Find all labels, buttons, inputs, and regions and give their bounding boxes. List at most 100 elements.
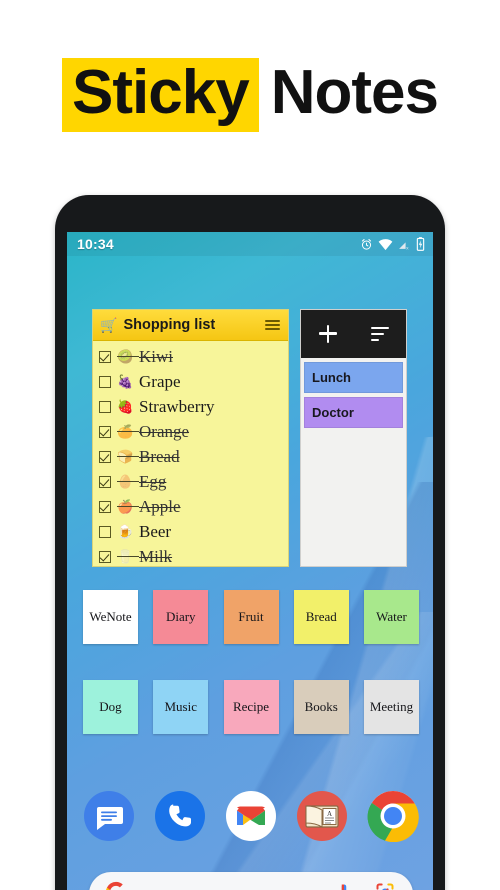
- hamburger-menu-icon[interactable]: [265, 320, 280, 330]
- status-icons: x: [360, 237, 425, 251]
- item-label: Apple: [139, 496, 181, 516]
- status-clock: 10:34: [77, 236, 114, 252]
- item-checkbox[interactable]: [99, 350, 111, 363]
- item-checkbox[interactable]: [99, 525, 111, 538]
- note-item-label: Doctor: [312, 405, 354, 420]
- note-icon-meeting[interactable]: Meeting: [364, 680, 419, 734]
- shopping-list-widget[interactable]: 🛒 Shopping list 🥝 Kiwi 🍇 Grape 🍓 Strawbe…: [92, 309, 289, 567]
- item-checkbox[interactable]: [99, 375, 111, 388]
- phone-icon[interactable]: [154, 790, 206, 842]
- search-actions: [335, 882, 395, 890]
- item-emoji-icon: 🍺: [117, 524, 134, 539]
- gmail-icon[interactable]: [225, 790, 277, 842]
- note-icon-label: Diary: [165, 609, 196, 625]
- google-lens-icon[interactable]: [375, 882, 395, 890]
- svg-text:x: x: [406, 246, 409, 251]
- item-emoji-icon: 🍓: [117, 399, 134, 414]
- note-item-doctor[interactable]: Doctor: [304, 397, 403, 428]
- item-emoji-icon: 🍊: [117, 424, 134, 439]
- note-icon-label: Books: [304, 699, 338, 715]
- plus-icon[interactable]: [318, 324, 338, 344]
- item-label: Grape: [139, 371, 181, 391]
- item-label: Bread: [139, 446, 180, 466]
- list-item[interactable]: 🍇 Grape: [93, 369, 288, 394]
- list-item[interactable]: 🥚 Egg: [93, 469, 288, 494]
- svg-text:A: A: [327, 810, 332, 818]
- list-item[interactable]: 🍺 Beer: [93, 519, 288, 544]
- list-item[interactable]: 🍞 Bread: [93, 444, 288, 469]
- list-item[interactable]: 🥛 Milk: [93, 544, 288, 566]
- microphone-icon[interactable]: [335, 882, 353, 890]
- dictionary-icon[interactable]: A: [296, 790, 348, 842]
- note-icon-label: Recipe: [232, 699, 270, 715]
- note-icon-dog[interactable]: Dog: [83, 680, 138, 734]
- note-icon-label: Bread: [305, 609, 337, 625]
- app-dock: A: [83, 790, 419, 843]
- notes-list-widget[interactable]: Lunch Doctor: [300, 309, 407, 567]
- item-checkbox[interactable]: [99, 450, 111, 463]
- note-icon-water[interactable]: Water: [364, 590, 419, 644]
- item-emoji-icon: 🍇: [117, 374, 134, 389]
- page-title: Sticky Notes: [0, 58, 500, 132]
- messages-icon[interactable]: [83, 790, 135, 842]
- shopping-list-header: 🛒 Shopping list: [93, 310, 288, 341]
- note-icon-recipe[interactable]: Recipe: [223, 680, 279, 734]
- battery-charging-icon: [416, 237, 425, 251]
- page-title-highlight: Sticky: [62, 58, 259, 132]
- alarm-icon: [361, 238, 372, 250]
- list-item[interactable]: 🍊 Orange: [93, 419, 288, 444]
- notes-widget-items: Lunch Doctor: [301, 358, 406, 432]
- note-icon-label: Fruit: [238, 609, 264, 625]
- item-checkbox[interactable]: [99, 500, 111, 513]
- shopping-list-title: Shopping list: [123, 317, 216, 333]
- item-emoji-icon: 🍎: [117, 499, 134, 514]
- item-emoji-icon: 🥚: [117, 474, 134, 489]
- note-icon-wenote[interactable]: WeNote: [83, 590, 138, 644]
- note-icon-row-1: WeNote Diary Fruit Bread Water: [83, 590, 419, 644]
- shopping-cart-icon: 🛒: [100, 317, 118, 333]
- page-root: Sticky Notes 10:34 x 🛒 Shopping list 🥝 K…: [0, 0, 500, 890]
- notes-widget-header: [301, 310, 406, 358]
- google-search-bar[interactable]: [89, 872, 413, 890]
- note-icon-label: Music: [164, 699, 198, 715]
- wallpaper-streak: [107, 612, 433, 890]
- note-icon-label: WeNote: [89, 609, 132, 625]
- list-item[interactable]: 🥝 Kiwi: [93, 344, 288, 369]
- note-icon-music[interactable]: Music: [153, 680, 209, 734]
- wifi-icon: [378, 238, 393, 250]
- note-item-label: Lunch: [312, 370, 351, 385]
- item-label: Egg: [139, 471, 167, 491]
- status-bar: 10:34 x: [67, 232, 433, 256]
- item-label: Beer: [139, 521, 172, 541]
- note-icon-bread[interactable]: Bread: [293, 590, 349, 644]
- google-g-icon: [105, 881, 127, 890]
- page-title-plain: Notes: [270, 58, 439, 127]
- item-label: Kiwi: [139, 346, 173, 366]
- shopping-list-items: 🥝 Kiwi 🍇 Grape 🍓 Strawberry 🍊 Orange 🍞 B…: [93, 341, 288, 566]
- note-icon-label: Dog: [99, 699, 122, 715]
- phone-frame: 10:34 x 🛒 Shopping list 🥝 Kiwi 🍇 Grape 🍓…: [55, 195, 445, 890]
- note-icon-books[interactable]: Books: [293, 680, 349, 734]
- note-icon-fruit[interactable]: Fruit: [223, 590, 279, 644]
- item-label: Strawberry: [139, 396, 215, 416]
- signal-off-icon: x: [399, 241, 409, 251]
- note-icon-label: Water: [376, 609, 407, 625]
- note-icon-row-2: Dog Music Recipe Books Meeting: [83, 680, 419, 734]
- item-label: Milk: [139, 546, 173, 566]
- item-emoji-icon: 🥝: [117, 349, 134, 364]
- list-item[interactable]: 🍎 Apple: [93, 494, 288, 519]
- note-icon-label: Meeting: [369, 699, 414, 715]
- item-checkbox[interactable]: [99, 400, 111, 413]
- item-emoji-icon: 🥛: [117, 549, 134, 564]
- item-checkbox[interactable]: [99, 475, 111, 488]
- chrome-icon[interactable]: [367, 790, 419, 843]
- note-icon-diary[interactable]: Diary: [153, 590, 209, 644]
- item-emoji-icon: 🍞: [117, 449, 134, 464]
- item-checkbox[interactable]: [99, 550, 111, 563]
- phone-screen: 10:34 x 🛒 Shopping list 🥝 Kiwi 🍇 Grape 🍓…: [67, 232, 433, 890]
- sort-icon[interactable]: [371, 326, 390, 342]
- item-checkbox[interactable]: [99, 425, 111, 438]
- item-label: Orange: [139, 421, 190, 441]
- note-item-lunch[interactable]: Lunch: [304, 362, 403, 393]
- list-item[interactable]: 🍓 Strawberry: [93, 394, 288, 419]
